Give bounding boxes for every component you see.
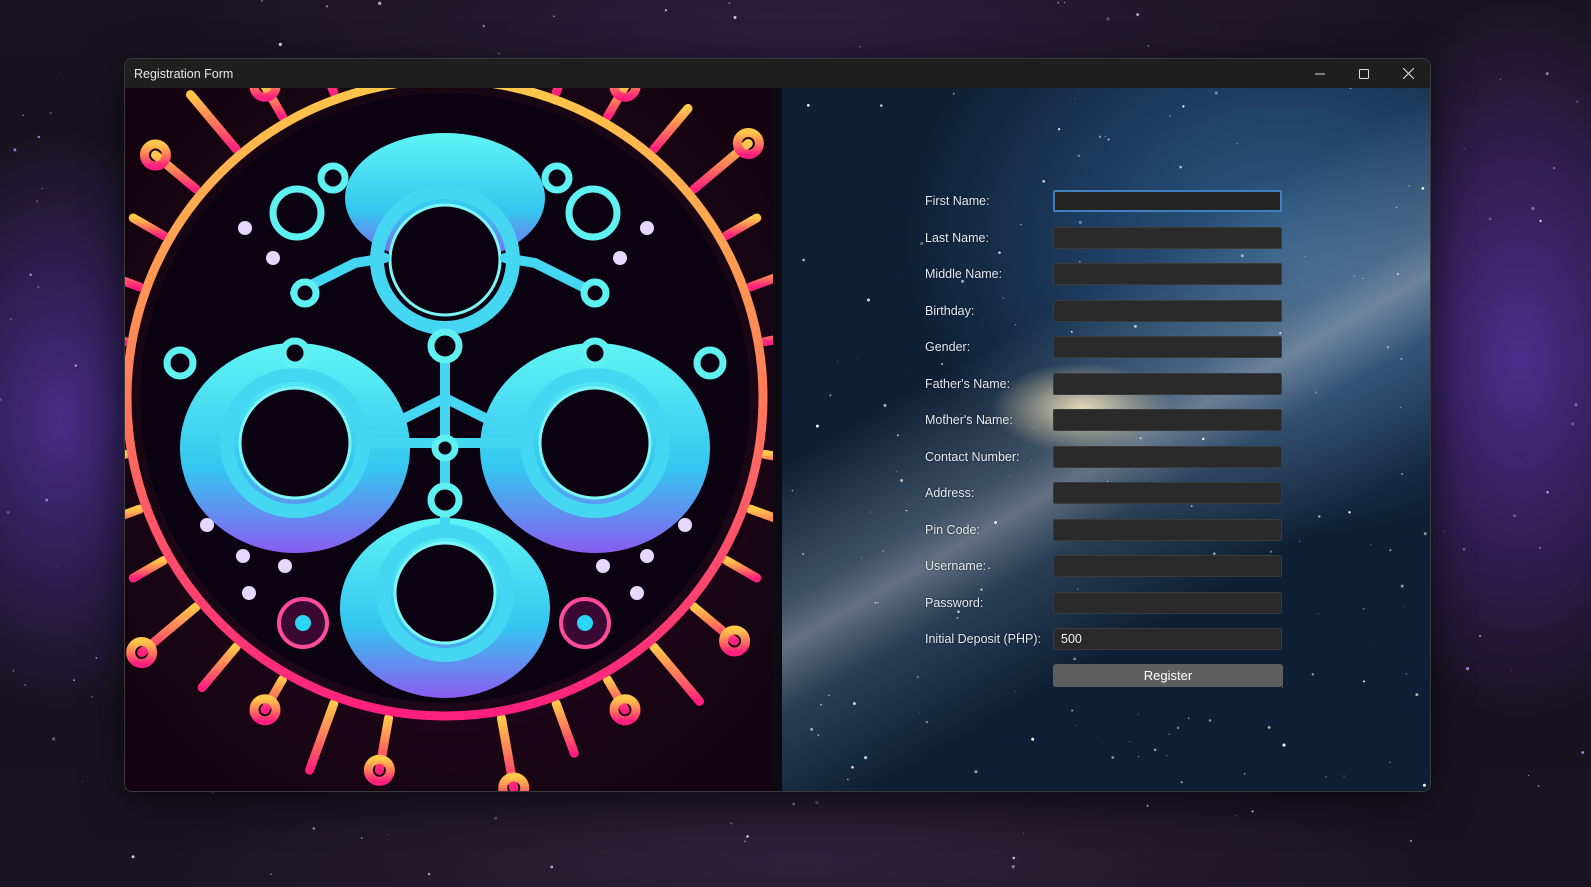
close-icon (1402, 68, 1414, 79)
field-input[interactable] (1053, 372, 1282, 395)
form-row: First Name: (925, 190, 1285, 214)
field-input[interactable] (1053, 482, 1282, 504)
form-row: Contact Number: (925, 445, 1285, 470)
maximize-button[interactable] (1342, 59, 1386, 88)
field-label: Last Name: (925, 230, 989, 245)
form-row: Gender: (925, 336, 1285, 360)
field-label: Mother's Name: (925, 413, 1013, 427)
field-label: Pin Code: (925, 522, 980, 537)
minimize-button[interactable] (1298, 59, 1342, 88)
field-input[interactable] (1053, 263, 1282, 285)
field-input[interactable] (1053, 336, 1282, 358)
form-row: Username: (925, 555, 1285, 579)
form-row: Mother's Name: (925, 409, 1285, 433)
window-controls (1298, 59, 1430, 88)
form-row: Last Name: (925, 226, 1285, 251)
form-row: Birthday: (925, 299, 1285, 324)
form-row: Password: (925, 591, 1285, 616)
field-label: First Name: (925, 194, 990, 208)
field-input[interactable] (1053, 555, 1282, 577)
field-label: Gender: (925, 340, 971, 354)
form-row: Address: (925, 482, 1285, 506)
field-label: Username: (925, 559, 987, 573)
form-row: Middle Name: (925, 263, 1285, 287)
field-input[interactable] (1053, 445, 1282, 468)
field-label: Password: (925, 595, 984, 610)
field-input[interactable] (1053, 591, 1282, 614)
neon-circuit-emblem-image (125, 88, 781, 791)
close-button[interactable] (1386, 59, 1430, 88)
form-panel: First Name: Last Name: Middle Name: Birthda… (782, 88, 1430, 791)
field-label: Initial Deposit (PHP): (925, 632, 1042, 646)
registration-window: Registration Form First Name: Last Name:… (124, 58, 1431, 792)
field-input[interactable] (1053, 190, 1282, 212)
field-label: Address: (925, 486, 975, 500)
field-input[interactable] (1053, 628, 1282, 650)
maximize-icon (1359, 68, 1369, 79)
field-input[interactable] (1053, 518, 1282, 541)
title-bar[interactable]: Registration Form (125, 59, 1430, 88)
field-label: Birthday: (925, 303, 975, 318)
field-input[interactable] (1053, 409, 1282, 431)
emblem-image-panel (125, 88, 781, 791)
register-button[interactable]: Register (1053, 663, 1283, 687)
form-row: Initial Deposit (PHP): (925, 628, 1285, 652)
window-title: Registration Form (134, 66, 234, 81)
form-row: Father's Name: (925, 372, 1285, 397)
minimize-icon (1315, 73, 1325, 74)
field-label: Contact Number: (925, 449, 1020, 464)
field-input[interactable] (1053, 226, 1282, 249)
field-label: Middle Name: (925, 267, 1003, 281)
field-label: Father's Name: (925, 376, 1011, 391)
field-input[interactable] (1053, 299, 1282, 322)
form-row: Pin Code: (925, 518, 1285, 543)
panel-divider (773, 88, 782, 791)
